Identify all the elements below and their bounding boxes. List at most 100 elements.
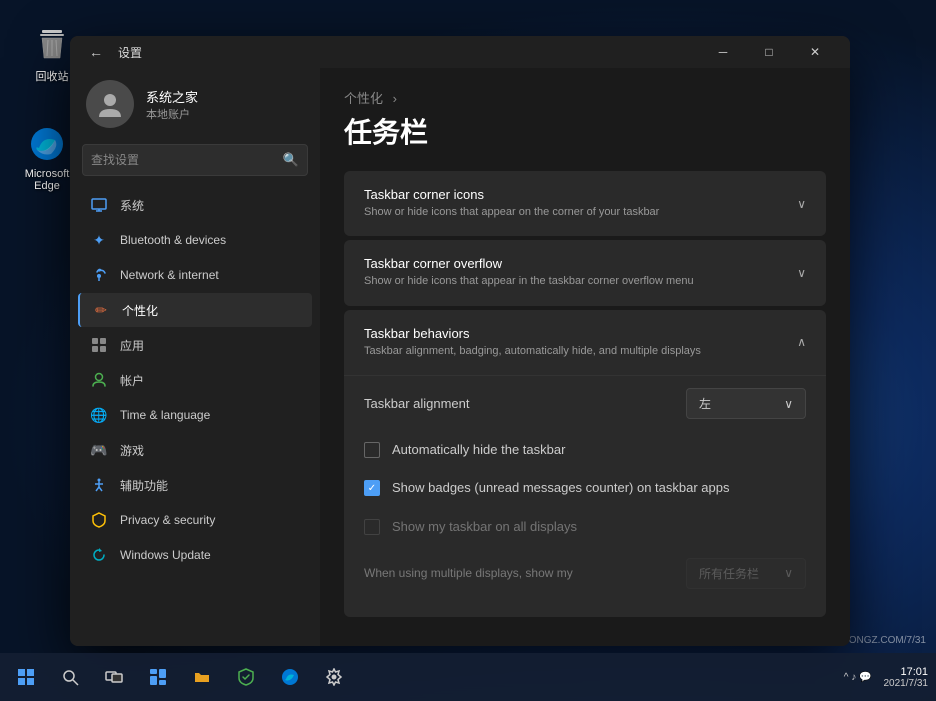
section-corner-overflow: Taskbar corner overflow Show or hide ico…	[344, 240, 826, 305]
widgets-button[interactable]	[138, 657, 178, 697]
sidebar-item-label-accessibility: 辅助功能	[120, 477, 168, 494]
alignment-label: Taskbar alignment	[364, 396, 470, 411]
breadcrumb-separator: ›	[393, 91, 397, 106]
sidebar-item-privacy[interactable]: Privacy & security	[78, 503, 312, 537]
section-behaviors-content: Taskbar alignment 左 ∨ Automatically hide…	[344, 375, 826, 617]
alignment-dropdown-chevron: ∨	[784, 397, 793, 411]
profile-sub: 本地账户	[146, 106, 198, 122]
clock: 17:01 2021/7/31	[884, 666, 929, 689]
minimize-button[interactable]: ─	[700, 36, 746, 68]
section-behaviors-desc: Taskbar alignment, badging, automaticall…	[364, 344, 701, 359]
settings-body: 系统之家 本地账户 🔍	[70, 68, 850, 646]
personalization-icon: ✏	[92, 301, 110, 319]
explorer-button[interactable]	[182, 657, 222, 697]
edge-image	[27, 124, 67, 164]
section-corner-icons-title: Taskbar corner icons	[364, 187, 659, 202]
sidebar-item-accessibility[interactable]: 辅助功能	[78, 468, 312, 502]
settings-taskbar-button[interactable]	[314, 657, 354, 697]
search-box[interactable]: 🔍	[82, 144, 308, 176]
badges-row: Show badges (unread messages counter) on…	[364, 469, 806, 507]
section-corner-icons: Taskbar corner icons Show or hide icons …	[344, 171, 826, 236]
sidebar-item-label-gaming: 游戏	[120, 442, 144, 459]
section-behaviors-chevron: ∧	[797, 335, 806, 349]
sidebar-item-label-apps: 应用	[120, 337, 144, 354]
settings-sidebar: 系统之家 本地账户 🔍	[70, 68, 320, 646]
sidebar-item-personalization[interactable]: ✏ 个性化	[78, 293, 312, 327]
sidebar-item-accounts[interactable]: 帐户	[78, 363, 312, 397]
sidebar-item-label-personalization: 个性化	[122, 302, 158, 319]
profile-info: 系统之家 本地账户	[146, 87, 198, 122]
badges-checkbox[interactable]	[364, 480, 380, 496]
section-corner-overflow-header[interactable]: Taskbar corner overflow Show or hide ico…	[344, 240, 826, 305]
system-tray: ^ ♪ 💬	[844, 672, 872, 683]
auto-hide-row: Automatically hide the taskbar	[364, 431, 806, 469]
search-input[interactable]	[91, 153, 283, 167]
alignment-row: Taskbar alignment 左 ∨	[364, 376, 806, 431]
security-button[interactable]	[226, 657, 266, 697]
multiple-displays-label: When using multiple displays, show my	[364, 565, 573, 582]
sidebar-item-label-time: Time & language	[120, 408, 210, 422]
bluetooth-icon: ✦	[90, 231, 108, 249]
auto-hide-checkbox[interactable]	[364, 442, 380, 458]
taskbar: ^ ♪ 💬 17:01 2021/7/31	[0, 653, 936, 701]
window-controls: ─ □ ✕	[700, 36, 838, 68]
page-title: 任务栏	[344, 111, 826, 151]
clock-time: 17:01	[900, 666, 928, 678]
section-behaviors-header[interactable]: Taskbar behaviors Taskbar alignment, bad…	[344, 310, 826, 375]
apps-icon	[90, 336, 108, 354]
section-corner-icons-chevron: ∨	[797, 197, 806, 211]
sidebar-item-bluetooth[interactable]: ✦ Bluetooth & devices	[78, 223, 312, 257]
section-corner-overflow-desc: Show or hide icons that appear in the ta…	[364, 274, 694, 289]
taskbar-search-button[interactable]	[50, 657, 90, 697]
all-displays-checkbox	[364, 519, 380, 535]
profile-name: 系统之家	[146, 87, 198, 106]
edge-label: Microsoft Edge	[19, 168, 75, 192]
desktop: 回收站 Microsoft Edge ← 设置 ─ □	[0, 0, 936, 701]
breadcrumb: 个性化 ›	[344, 88, 826, 107]
search-icon: 🔍	[283, 152, 299, 168]
system-icon	[90, 196, 108, 214]
maximize-button[interactable]: □	[746, 36, 792, 68]
section-corner-overflow-text: Taskbar corner overflow Show or hide ico…	[364, 256, 694, 289]
update-icon	[90, 546, 108, 564]
sidebar-item-gaming[interactable]: 🎮 游戏	[78, 433, 312, 467]
multiple-displays-dropdown: 所有任务栏 ∨	[686, 558, 806, 589]
taskbar-left	[0, 657, 844, 697]
close-button[interactable]: ✕	[792, 36, 838, 68]
tray-icons: ^ ♪ 💬	[844, 672, 872, 683]
section-corner-icons-header[interactable]: Taskbar corner icons Show or hide icons …	[344, 171, 826, 236]
edge-taskbar-button[interactable]	[270, 657, 310, 697]
watermark: ITONGZ.COM/7/31	[840, 635, 926, 646]
multiple-displays-chevron: ∨	[784, 566, 793, 580]
sidebar-item-label-privacy: Privacy & security	[120, 513, 215, 527]
accessibility-icon	[90, 476, 108, 494]
alignment-value: 左	[699, 395, 711, 412]
sidebar-item-update[interactable]: Windows Update	[78, 538, 312, 572]
time-icon: 🌐	[90, 406, 108, 424]
badges-label: Show badges (unread messages counter) on…	[392, 479, 729, 497]
sidebar-item-label-network: Network & internet	[120, 268, 219, 282]
all-displays-label: Show my taskbar on all displays	[392, 518, 577, 536]
sidebar-item-label-update: Windows Update	[120, 548, 211, 562]
sidebar-item-apps[interactable]: 应用	[78, 328, 312, 362]
privacy-icon	[90, 511, 108, 529]
section-corner-icons-text: Taskbar corner icons Show or hide icons …	[364, 187, 659, 220]
settings-window: ← 设置 ─ □ ✕	[70, 36, 850, 646]
sidebar-item-time[interactable]: 🌐 Time & language	[78, 398, 312, 432]
alignment-dropdown[interactable]: 左 ∨	[686, 388, 806, 419]
sidebar-item-network[interactable]: Network & internet	[78, 258, 312, 292]
sidebar-item-system[interactable]: 系统	[78, 188, 312, 222]
breadcrumb-parent: 个性化	[344, 91, 383, 106]
profile-section[interactable]: 系统之家 本地账户	[78, 68, 312, 144]
network-icon	[90, 266, 108, 284]
start-button[interactable]	[6, 657, 46, 697]
section-behaviors-title: Taskbar behaviors	[364, 326, 701, 341]
section-behaviors-text: Taskbar behaviors Taskbar alignment, bad…	[364, 326, 701, 359]
sidebar-item-label-accounts: 帐户	[120, 372, 144, 389]
page-header: 个性化 › 任务栏	[344, 88, 826, 151]
settings-main: 个性化 › 任务栏 Taskbar corner icons Show or h…	[320, 68, 850, 646]
multiple-displays-row: When using multiple displays, show my 所有…	[364, 546, 806, 601]
back-button[interactable]: ←	[82, 38, 110, 66]
taskview-button[interactable]	[94, 657, 134, 697]
section-corner-overflow-chevron: ∨	[797, 266, 806, 280]
